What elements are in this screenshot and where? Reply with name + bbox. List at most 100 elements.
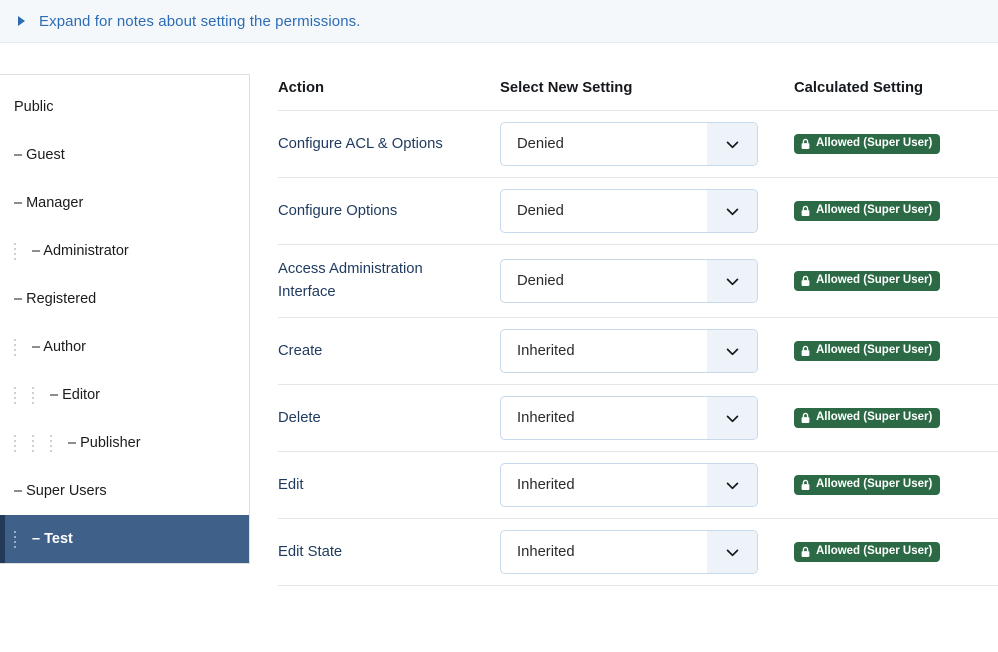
lock-icon [800,275,816,287]
action-label: Configure ACL & Options [278,135,443,152]
table-row: Delete Inherited Allowed (Super User) [278,384,998,452]
sidebar-item-label: – Guest [14,146,65,163]
calculated-setting-cell: Allowed (Super User) [794,451,998,519]
lock-icon [800,479,816,491]
select-new-setting-cell: Denied [500,110,794,178]
lock-icon [800,138,816,150]
sidebar-item-author[interactable]: – Author [0,323,249,371]
table-row: Access Administration Interface Denied All… [278,244,998,318]
action-label: Edit State [278,543,343,560]
calculated-setting-cell: Allowed (Super User) [794,384,998,452]
sidebar-item-publisher[interactable]: – Publisher [0,419,249,467]
indent-guide-icon [14,434,16,452]
select-new-setting-cell: Denied [500,244,794,318]
action-label: Edit [278,476,304,493]
status-badge: Allowed (Super User) [794,270,941,291]
action-label: Create [278,342,323,359]
setting-select[interactable]: Inherited [500,530,758,574]
select-new-setting-cell: Inherited [500,451,794,519]
sidebar-item-label: – Editor [50,386,100,403]
setting-select[interactable]: Inherited [500,329,758,373]
action-cell: Edit [278,451,500,519]
sidebar-item-test[interactable]: – Test [0,515,249,563]
sidebar-item-manager[interactable]: – Manager [0,179,249,227]
setting-select[interactable]: Denied [500,122,758,166]
sidebar-item-superusers[interactable]: – Super Users [0,467,249,515]
calculated-setting-cell: Allowed (Super User) [794,110,998,178]
setting-select-value: Inherited [517,477,575,493]
sidebar-item-editor[interactable]: – Editor [0,371,249,419]
calculated-setting-cell: Allowed (Super User) [794,244,998,318]
setting-select-value: Denied [517,203,564,219]
user-group-sidebar: Public – Guest – Manager – Administrator – R… [0,74,250,564]
calculated-setting-cell: Allowed (Super User) [794,317,998,385]
triangle-right-icon [18,16,25,26]
sidebar-item-administrator[interactable]: – Administrator [0,227,249,275]
chevron-down-icon[interactable] [707,190,757,232]
action-label: Delete [278,409,321,426]
indent-guide-icon [14,242,16,260]
status-badge-label: Allowed (Super User) [816,477,933,490]
setting-select[interactable]: Inherited [500,463,758,507]
sidebar-item-label: – Administrator [32,242,129,259]
status-badge: Allowed (Super User) [794,407,941,428]
status-badge: Allowed (Super User) [794,200,941,221]
calculated-setting-cell: Allowed (Super User) [794,518,998,586]
column-header-action: Action [278,74,500,111]
chevron-down-icon[interactable] [707,397,757,439]
select-new-setting-cell: Inherited [500,518,794,586]
setting-select[interactable]: Denied [500,259,758,303]
lock-icon [800,205,816,217]
sidebar-item-label: – Publisher [68,434,141,451]
sidebar-item-label: – Super Users [14,482,107,499]
table-row: Edit Inherited Allowed (Super User) [278,451,998,519]
status-badge-label: Allowed (Super User) [816,136,933,149]
table-row: Edit State Inherited Allowed (Super User) [278,518,998,586]
sidebar-item-label: – Test [32,530,73,547]
chevron-down-icon[interactable] [707,531,757,573]
action-label: Access Administration Interface [278,261,423,300]
sidebar-item-guest[interactable]: – Guest [0,131,249,179]
sidebar-item-registered[interactable]: – Registered [0,275,249,323]
table-row: Configure Options Denied Allowed (Super Us… [278,177,998,245]
sidebar-item-label: – Registered [14,290,97,307]
status-badge: Allowed (Super User) [794,340,941,361]
status-badge-label: Allowed (Super User) [816,203,933,216]
chevron-down-icon[interactable] [707,330,757,372]
status-badge-label: Allowed (Super User) [816,410,933,423]
status-badge: Allowed (Super User) [794,541,941,562]
status-badge-label: Allowed (Super User) [816,273,933,286]
action-cell: Create [278,317,500,385]
setting-select[interactable]: Denied [500,189,758,233]
notice-label: Expand for notes about setting the permi… [39,12,361,30]
table-header-row: Action Select New Setting Calculated Set… [278,74,998,111]
sidebar-item-label: Public [14,98,54,115]
column-header-calculated-setting: Calculated Setting [794,74,998,111]
action-cell: Configure ACL & Options [278,110,500,178]
setting-select[interactable]: Inherited [500,396,758,440]
setting-select-value: Inherited [517,410,575,426]
setting-select-value: Inherited [517,343,575,359]
action-cell: Configure Options [278,177,500,245]
permissions-notice-banner[interactable]: Expand for notes about setting the permi… [0,0,998,43]
table-row: Configure ACL & Options Denied Allowed (Su… [278,110,998,178]
status-badge: Allowed (Super User) [794,133,941,154]
select-new-setting-cell: Inherited [500,317,794,385]
chevron-down-icon[interactable] [707,464,757,506]
action-cell: Edit State [278,518,500,586]
indent-guide-icon [50,434,52,452]
indent-guide-icon [14,386,16,404]
calculated-setting-cell: Allowed (Super User) [794,177,998,245]
column-header-select-new-setting: Select New Setting [500,74,794,111]
action-label: Configure Options [278,202,398,219]
chevron-down-icon[interactable] [707,123,757,165]
setting-select-value: Denied [517,136,564,152]
select-new-setting-cell: Inherited [500,384,794,452]
permissions-main: Action Select New Setting Calculated Set… [250,74,998,586]
sidebar-item-label: – Author [32,338,87,355]
sidebar-item-public[interactable]: Public [0,83,249,131]
lock-icon [800,412,816,424]
chevron-down-icon[interactable] [707,260,757,302]
lock-icon [800,345,816,357]
setting-select-value: Denied [517,273,564,289]
